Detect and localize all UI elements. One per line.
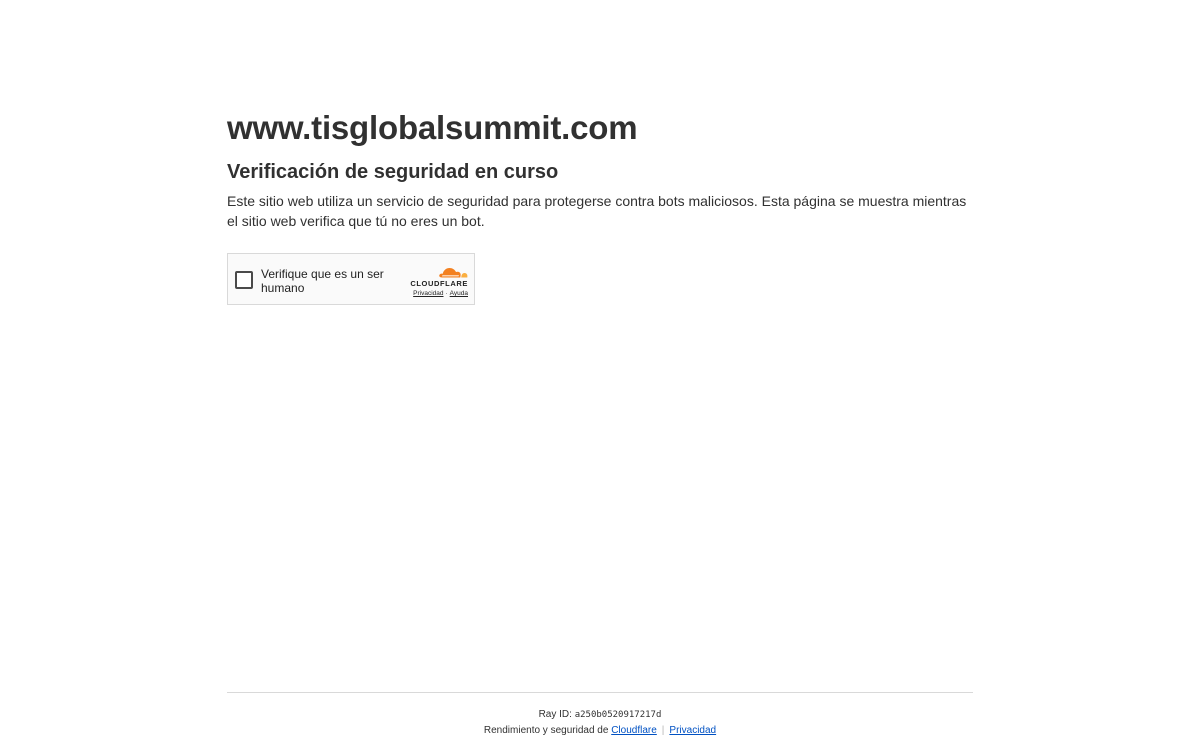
cloudflare-link[interactable]: Cloudflare — [611, 725, 657, 736]
footer-privacy-link[interactable]: Privacidad — [669, 725, 716, 736]
cloudflare-branding: CLOUDFLARE Privacidad · Ayuda — [398, 263, 468, 298]
footer-separator: | — [661, 725, 665, 736]
performance-line: Rendimiento y seguridad de Cloudflare | Pr… — [227, 723, 973, 738]
cloudflare-cloud-icon — [439, 268, 468, 278]
footer: Ray ID: a250b0520917217d Rendimiento y s… — [227, 707, 973, 738]
widget-privacy-link[interactable]: Privacidad — [413, 290, 443, 297]
challenge-page: www.tisglobalsummit.com Verificación de … — [0, 0, 1200, 750]
turnstile-widget: Verifique que es un ser humano CLOUDFLAR… — [227, 253, 475, 305]
performance-text: Rendimiento y seguridad de — [483, 725, 609, 736]
widget-help-link[interactable]: Ayuda — [450, 290, 468, 297]
widget-links: Privacidad · Ayuda — [398, 290, 468, 298]
checkbox-label: Verifique que es un ser humano — [261, 267, 384, 295]
footer-divider — [227, 692, 973, 693]
verification-description: Este sitio web utiliza un servicio de se… — [227, 193, 967, 229]
ray-id-line: Ray ID: a250b0520917217d — [227, 707, 973, 723]
human-verification-checkbox[interactable] — [235, 271, 253, 289]
main-content: www.tisglobalsummit.com Verificación de … — [227, 106, 973, 305]
ray-id-label: Ray ID: — [538, 709, 572, 720]
ray-id-value: a250b0520917217d — [574, 710, 662, 720]
widget-link-separator: · — [445, 290, 448, 297]
verification-heading: Verificación de seguridad en curso — [227, 161, 559, 183]
site-title: www.tisglobalsummit.com — [227, 109, 638, 146]
cloudflare-wordmark: CLOUDFLARE — [410, 279, 468, 288]
